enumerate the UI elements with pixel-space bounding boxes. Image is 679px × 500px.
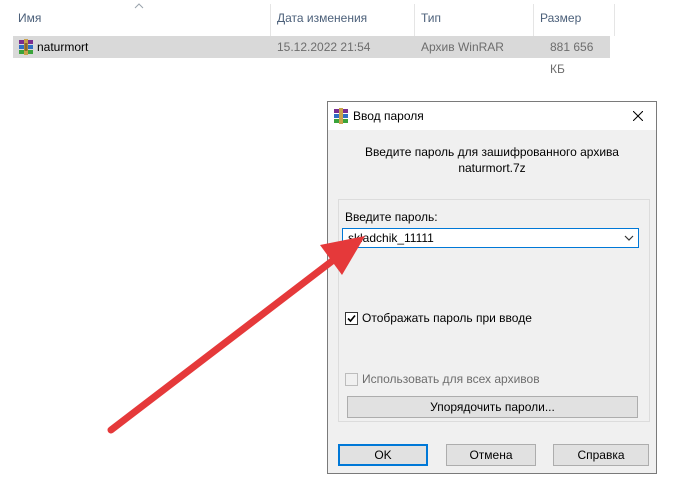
column-size[interactable]: Размер — [540, 0, 581, 36]
dialog-message-archive: naturmort.7z — [458, 161, 526, 175]
sort-ascending-icon — [134, 3, 144, 9]
password-value: skladchik_11111 — [348, 231, 434, 245]
ok-button[interactable]: OK — [338, 444, 428, 466]
column-type[interactable]: Тип — [421, 0, 441, 36]
close-button[interactable] — [620, 102, 656, 130]
winrar-archive-icon — [19, 39, 33, 55]
help-button[interactable]: Справка — [553, 444, 649, 466]
file-date: 15.12.2022 21:54 — [277, 40, 371, 54]
file-name: naturmort — [37, 40, 89, 54]
checkmark-icon — [347, 314, 356, 323]
column-date[interactable]: Дата изменения — [277, 0, 367, 36]
show-password-checkbox[interactable] — [345, 312, 358, 325]
column-separator[interactable] — [614, 4, 615, 36]
organize-passwords-button[interactable]: Упорядочить пароли... — [347, 396, 638, 418]
file-row[interactable]: naturmort 15.12.2022 21:54 Архив WinRAR … — [13, 36, 610, 76]
dialog-message-line1: Введите пароль для зашифрованного архива — [365, 145, 619, 159]
dialog-titlebar[interactable]: Ввод пароля — [328, 102, 656, 130]
column-separator[interactable] — [533, 4, 534, 36]
cancel-button[interactable]: Отмена — [446, 444, 536, 466]
password-label: Введите пароль: — [345, 210, 438, 224]
close-icon — [633, 111, 643, 121]
column-name[interactable]: Имя — [18, 0, 41, 36]
file-size: 881 656 КБ — [550, 40, 594, 76]
chevron-down-icon[interactable] — [624, 234, 634, 242]
file-type: Архив WinRAR — [421, 40, 504, 54]
column-header-bar: Имя Дата изменения Тип Размер — [0, 0, 616, 36]
winrar-icon — [334, 108, 348, 124]
column-separator[interactable] — [414, 4, 415, 36]
column-separator[interactable] — [270, 4, 271, 36]
use-for-all-checkbox[interactable] — [345, 373, 358, 386]
password-dialog: Ввод пароля Введите пароль для зашифрова… — [327, 101, 657, 474]
password-input[interactable]: skladchik_11111 — [342, 228, 639, 248]
use-for-all-label[interactable]: Использовать для всех архивов — [362, 372, 540, 386]
dialog-title: Ввод пароля — [353, 109, 424, 123]
show-password-label[interactable]: Отображать пароль при вводе — [362, 311, 532, 325]
